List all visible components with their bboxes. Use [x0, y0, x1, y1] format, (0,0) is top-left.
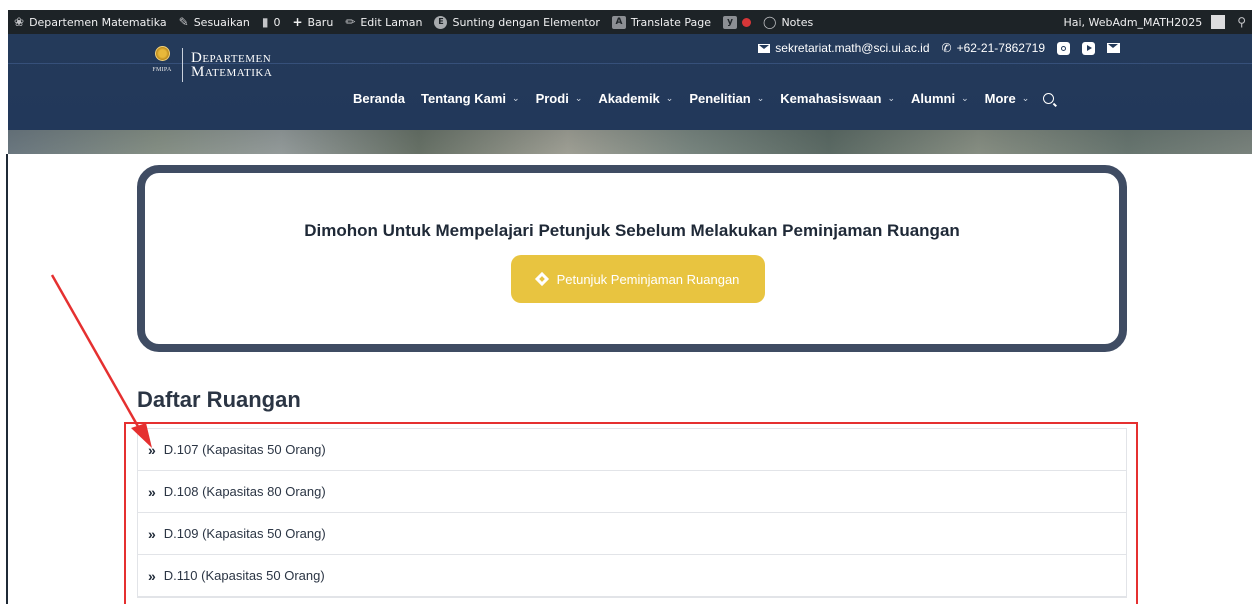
room-list-item[interactable]: » D.110 (Kapasitas 50 Orang) [138, 555, 1126, 597]
nav-item-more[interactable]: More ⌄ [977, 91, 1038, 106]
avatar [1211, 15, 1226, 29]
chevron-down-icon: ⌄ [512, 93, 520, 103]
logo-separator [182, 48, 183, 82]
seo-status-dot [742, 17, 751, 27]
logo-text: Departemen Matematika [191, 50, 273, 80]
yoast-icon: y [723, 15, 737, 29]
contact-bar: sekretariat.math@sci.ui.ac.id ✆ +62-21-7… [758, 41, 1120, 55]
translate-icon: A [611, 15, 626, 29]
logo-fmipa: FMIPA [152, 67, 172, 73]
room-list-item[interactable]: » D.109 (Kapasitas 50 Orang) [138, 513, 1126, 555]
nav-item-penelitian[interactable]: Penelitian ⌄ [681, 91, 772, 106]
comment-icon: ▮ [261, 15, 269, 29]
admin-elementor-link[interactable]: E Sunting dengan Elementor [428, 10, 605, 34]
nav-item-tentang-kami[interactable]: Tentang Kami ⌄ [413, 91, 528, 106]
double-chevron-right-icon: » [148, 483, 156, 500]
nav-item-alumni[interactable]: Alumni ⌄ [903, 91, 977, 106]
chevron-down-icon: ⌄ [1021, 93, 1030, 103]
notice-box: Dimohon Untuk Mempelajari Petunjuk Sebel… [137, 165, 1127, 352]
logo-line2: Matematika [191, 64, 273, 80]
nav-item-beranda[interactable]: Beranda [345, 91, 413, 106]
wp-admin-bar: ❀ Departemen Matematika ✎ Sesuaikan ▮ 0 … [8, 10, 1252, 34]
chevron-down-icon: ⌄ [961, 93, 969, 103]
plus-icon: + [292, 15, 303, 29]
room-list-item[interactable]: » D.107 (Kapasitas 50 Orang) [138, 429, 1126, 471]
admin-new-link[interactable]: + Baru [286, 10, 339, 34]
site-logo[interactable]: FMIPA Departemen Matematika [150, 46, 272, 84]
logo-emblem: FMIPA [150, 46, 174, 84]
notice-title: Dimohon Untuk Mempelajari Petunjuk Sebel… [304, 221, 960, 240]
double-chevron-right-icon: » [148, 567, 156, 584]
pencil-icon: ✏ [345, 15, 356, 29]
notes-icon: ◯ [763, 15, 777, 29]
admin-customize-link[interactable]: ✎ Sesuaikan [173, 10, 256, 34]
nav-item-akademik[interactable]: Akademik ⌄ [590, 91, 681, 106]
double-chevron-right-icon: » [148, 441, 156, 458]
direction-icon [534, 271, 549, 287]
admin-translate-link[interactable]: A Translate Page [606, 10, 717, 34]
room-list-heading: Daftar Ruangan [137, 387, 301, 412]
hero-banner-image [8, 130, 1252, 154]
window-edge [6, 154, 8, 604]
chevron-down-icon: ⌄ [756, 93, 765, 103]
main-nav: Beranda Tentang Kami ⌄ Prodi ⌄ Akademik ⌄ P… [345, 91, 1055, 106]
site-header: sekretariat.math@sci.ui.ac.id ✆ +62-21-7… [8, 34, 1252, 130]
admin-account-link[interactable]: Hai, WebAdm_MATH2025 [1057, 10, 1231, 34]
elementor-icon: E [434, 15, 448, 29]
admin-comments-link[interactable]: ▮ 0 [256, 10, 287, 34]
chevron-down-icon: ⌄ [887, 93, 896, 103]
brush-icon: ✎ [178, 15, 189, 29]
mail-icon[interactable] [1107, 43, 1120, 53]
admin-notes-link[interactable]: ◯ Notes [757, 10, 819, 34]
logo-line1: Departemen [191, 50, 272, 66]
site-icon: ❀ [14, 15, 25, 29]
room-list: » D.107 (Kapasitas 50 Orang) » D.108 (Ka… [137, 428, 1127, 598]
envelope-icon [758, 43, 771, 53]
admin-edit-page-link[interactable]: ✏ Edit Laman [339, 10, 428, 34]
admin-site-link[interactable]: ❀ Departemen Matematika [8, 10, 173, 34]
nav-item-kemahasiswaan[interactable]: Kemahasiswaan ⌄ [772, 91, 903, 106]
borrowing-guide-button[interactable]: Petunjuk Peminjaman Ruangan [511, 255, 765, 303]
chevron-down-icon: ⌄ [574, 93, 583, 103]
double-chevron-right-icon: » [148, 525, 156, 542]
chevron-down-icon: ⌄ [665, 93, 674, 103]
instagram-icon[interactable] [1057, 41, 1070, 55]
nav-item-prodi[interactable]: Prodi ⌄ [528, 91, 591, 106]
university-seal-icon [154, 46, 170, 61]
document-top-strip [0, 0, 1252, 10]
phone-icon: ✆ [941, 41, 952, 55]
youtube-icon[interactable] [1082, 41, 1095, 55]
contact-email-link[interactable]: sekretariat.math@sci.ui.ac.id [758, 41, 930, 55]
admin-yoast-link[interactable]: y [717, 10, 757, 34]
search-icon: ⚲ [1237, 15, 1246, 29]
admin-search-button[interactable]: ⚲ [1231, 10, 1252, 34]
room-list-item[interactable]: » D.108 (Kapasitas 80 Orang) [138, 471, 1126, 513]
contact-phone-link[interactable]: ✆ +62-21-7862719 [942, 41, 1045, 55]
search-icon[interactable] [1043, 93, 1055, 104]
